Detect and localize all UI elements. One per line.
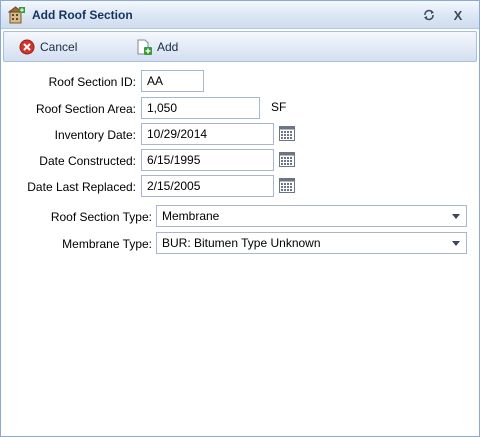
cancel-button[interactable]: Cancel bbox=[19, 38, 77, 56]
chevron-down-icon bbox=[452, 214, 460, 219]
dialog-title: Add Roof Section bbox=[32, 8, 133, 22]
inventory-date-field[interactable] bbox=[141, 123, 274, 145]
roof-section-area-label: Roof Section Area: bbox=[35, 102, 136, 116]
membrane-type-select[interactable]: BUR: Bitumen Type Unknown bbox=[156, 232, 467, 254]
date-last-replaced-label: Date Last Replaced: bbox=[27, 180, 136, 194]
building-add-icon bbox=[8, 6, 25, 24]
area-unit-label: SF bbox=[271, 100, 287, 114]
date-constructed-label: Date Constructed: bbox=[39, 154, 136, 168]
roof-section-type-value: Membrane bbox=[162, 209, 220, 223]
roof-section-id-label: Roof Section ID: bbox=[48, 75, 136, 89]
roof-section-id-field[interactable] bbox=[141, 70, 204, 92]
cancel-label: Cancel bbox=[40, 40, 78, 54]
refresh-icon bbox=[424, 9, 434, 21]
membrane-type-value: BUR: Bitumen Type Unknown bbox=[162, 236, 321, 250]
add-roof-section-dialog: Add Roof Section X Cancel Add Roof Secti… bbox=[0, 0, 480, 437]
toolbar: Cancel Add bbox=[3, 31, 477, 62]
cancel-icon bbox=[19, 39, 35, 55]
close-button[interactable]: X bbox=[448, 5, 468, 25]
calendar-icon[interactable] bbox=[279, 178, 295, 193]
membrane-type-label: Membrane Type: bbox=[62, 237, 152, 251]
add-document-icon bbox=[137, 39, 152, 55]
date-last-replaced-field[interactable] bbox=[141, 175, 274, 197]
roof-section-type-select[interactable]: Membrane bbox=[156, 205, 467, 227]
chevron-down-icon bbox=[452, 241, 460, 246]
roof-section-area-field[interactable] bbox=[141, 97, 260, 119]
add-button[interactable]: Add bbox=[136, 38, 178, 56]
calendar-icon[interactable] bbox=[279, 126, 295, 141]
title-bar[interactable]: Add Roof Section X bbox=[1, 1, 479, 29]
refresh-button[interactable] bbox=[419, 5, 439, 25]
date-constructed-field[interactable] bbox=[141, 149, 274, 171]
add-label: Add bbox=[157, 40, 179, 54]
calendar-icon[interactable] bbox=[279, 152, 295, 167]
inventory-date-label: Inventory Date: bbox=[54, 128, 136, 142]
close-icon: X bbox=[453, 7, 463, 23]
roof-section-type-label: Roof Section Type: bbox=[50, 210, 152, 224]
